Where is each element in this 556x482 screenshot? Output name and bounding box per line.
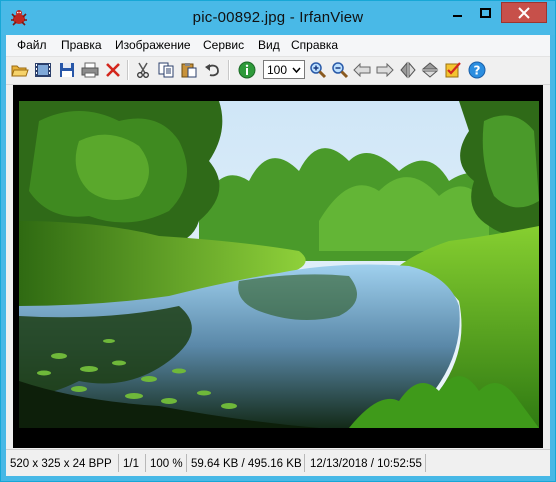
info-icon (238, 61, 256, 79)
status-separator (304, 454, 305, 472)
print-button[interactable] (80, 60, 100, 80)
menu-file[interactable]: Файл (17, 38, 47, 52)
status-separator (425, 454, 426, 472)
menu-tools[interactable]: Сервис (203, 38, 244, 52)
copy-button[interactable] (156, 60, 176, 80)
cut-button[interactable] (133, 60, 153, 80)
minimize-icon (452, 14, 462, 17)
open-button[interactable] (10, 60, 30, 80)
minimize-button[interactable] (444, 2, 471, 23)
delete-icon (106, 63, 120, 77)
menu-bar: Файл Правка Изображение Сервис Вид Справ… (6, 35, 550, 57)
chevron-down-icon (290, 62, 303, 77)
menu-view[interactable]: Вид (258, 38, 280, 52)
menu-edit[interactable]: Правка (61, 38, 102, 52)
status-bar: 520 x 325 x 24 BPP 1/1 100 % 59.64 KB / … (6, 449, 550, 476)
save-icon (60, 63, 74, 77)
flip-horizontal-button[interactable] (398, 60, 418, 80)
client-area: Файл Правка Изображение Сервис Вид Справ… (6, 35, 550, 476)
zoom-dropdown[interactable]: 100 (263, 60, 305, 79)
help-button[interactable]: ? (467, 60, 487, 80)
flip-vertical-button[interactable] (420, 60, 440, 80)
maximize-icon (480, 7, 491, 18)
svg-text:?: ? (474, 64, 481, 78)
paste-button[interactable] (179, 60, 199, 80)
open-folder-icon (11, 65, 29, 77)
toolbar: 100 ? (6, 57, 550, 85)
menu-image[interactable]: Изображение (115, 38, 191, 52)
status-datetime: 12/13/2018 / 10:52:55 (310, 458, 422, 470)
filmstrip-icon (35, 63, 51, 77)
title-bar[interactable]: pic-00892.jpg - IrfanView (1, 1, 555, 35)
zoom-in-icon (310, 62, 327, 79)
close-button[interactable] (501, 2, 547, 23)
cut-icon (137, 62, 149, 78)
next-icon (376, 63, 394, 77)
zoom-in-button[interactable] (308, 60, 328, 80)
toolbar-separator (127, 60, 129, 80)
next-button[interactable] (375, 60, 395, 80)
flip-vertical-icon (421, 62, 439, 78)
toolbar-separator (228, 60, 230, 80)
status-separator (186, 454, 187, 472)
close-icon (518, 6, 530, 19)
save-button[interactable] (57, 60, 77, 80)
status-separator (118, 454, 119, 472)
info-button[interactable] (237, 60, 257, 80)
previous-icon (353, 63, 371, 77)
print-icon (81, 62, 99, 78)
status-zoom: 100 % (150, 458, 183, 470)
irfanview-window: pic-00892.jpg - IrfanView Файл Правка Из… (0, 0, 556, 482)
status-page: 1/1 (123, 458, 139, 470)
menu-help[interactable]: Справка (291, 38, 338, 52)
image-viewer[interactable] (13, 85, 543, 448)
previous-button[interactable] (352, 60, 372, 80)
delete-button[interactable] (103, 60, 123, 80)
checklist-button[interactable] (443, 60, 463, 80)
help-icon: ? (468, 61, 486, 79)
slideshow-button[interactable] (33, 60, 53, 80)
flip-horizontal-icon (400, 61, 416, 79)
undo-icon (205, 64, 219, 77)
status-dimensions: 520 x 325 x 24 BPP (10, 458, 112, 470)
paste-icon (181, 63, 197, 78)
zoom-out-button[interactable] (330, 60, 350, 80)
undo-button[interactable] (202, 60, 222, 80)
copy-icon (158, 62, 174, 78)
maximize-button[interactable] (472, 2, 499, 23)
status-filesize: 59.64 KB / 495.16 KB (191, 458, 302, 470)
zoom-dropdown-value: 100 (267, 63, 288, 77)
checklist-icon (445, 62, 461, 78)
status-separator (145, 454, 146, 472)
landscape-photo (19, 101, 539, 428)
zoom-out-icon (332, 62, 349, 79)
